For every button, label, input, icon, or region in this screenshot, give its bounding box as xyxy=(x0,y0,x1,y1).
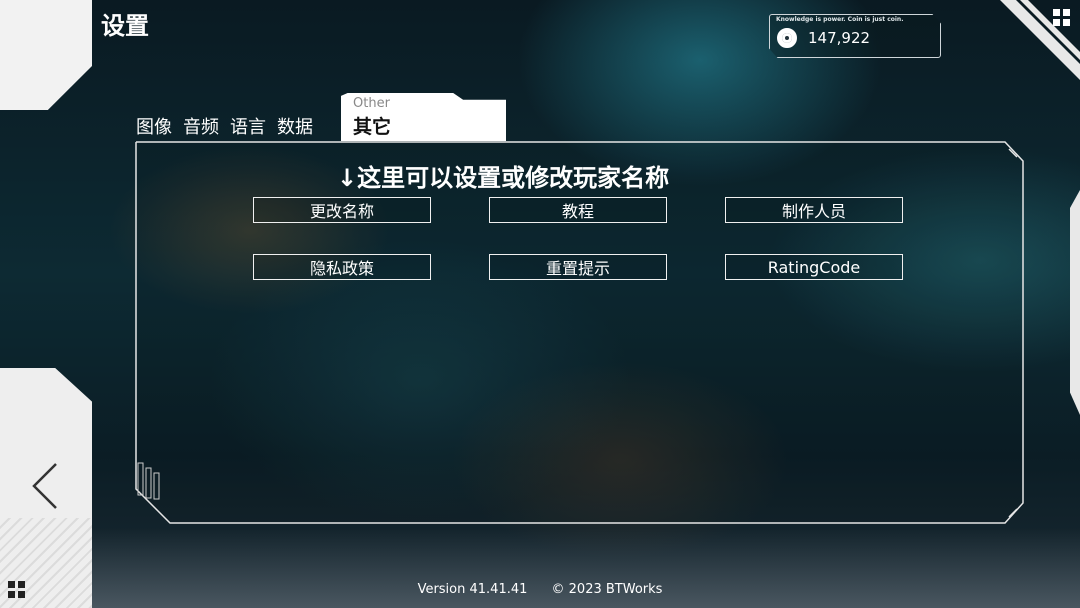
change-name-button[interactable]: 更改名称 xyxy=(253,197,431,223)
credits-button[interactable]: 制作人员 xyxy=(725,197,903,223)
coin-value: 147,922 xyxy=(808,29,871,47)
version-label: Version 41.41.41 xyxy=(417,582,528,597)
coin-tagline: Knowledge is power. Coin is just coin. xyxy=(776,16,904,23)
tab-data[interactable]: 数据 xyxy=(277,116,313,142)
privacy-policy-button[interactable]: 隐私政策 xyxy=(253,254,431,280)
right-edge-decoration xyxy=(1070,190,1080,415)
grid-menu-icon[interactable] xyxy=(1053,9,1071,27)
back-button[interactable] xyxy=(28,462,64,510)
settings-tabs: 图像 音频 语言 数据 xyxy=(136,116,313,142)
reset-hints-button[interactable]: 重置提示 xyxy=(489,254,667,280)
coin-icon xyxy=(777,28,797,48)
left-top-panel xyxy=(0,0,92,110)
tab-other[interactable]: Other 其它 xyxy=(341,93,506,141)
tab-graphics[interactable]: 图像 xyxy=(136,116,172,142)
vent-decoration xyxy=(137,462,160,500)
tutorial-button[interactable]: 教程 xyxy=(489,197,667,223)
tab-language[interactable]: 语言 xyxy=(230,116,266,142)
page-title: 设置 xyxy=(101,12,149,40)
name-hint: ↓这里可以设置或修改玩家名称 xyxy=(337,164,670,192)
tab-other-label: 其它 xyxy=(353,116,392,138)
footer: Version 41.41.41 © 2023 BTWorks xyxy=(0,582,1080,597)
tab-audio[interactable]: 音频 xyxy=(183,116,219,142)
copyright-label: © 2023 BTWorks xyxy=(551,582,663,597)
tab-other-subtitle: Other xyxy=(353,96,390,111)
rating-code-button[interactable]: RatingCode xyxy=(725,254,903,280)
chevron-left-icon xyxy=(32,463,57,509)
coin-balance: Knowledge is power. Coin is just coin. 1… xyxy=(769,14,941,58)
